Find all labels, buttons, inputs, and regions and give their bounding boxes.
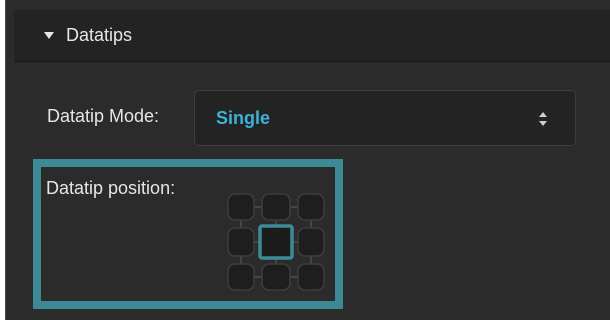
datatip-mode-value: Single: [216, 108, 271, 128]
updown-arrows-icon: [539, 112, 547, 126]
position-cell-top-left[interactable]: [227, 193, 255, 221]
datatip-mode-select[interactable]: Single: [194, 90, 576, 146]
position-cell-top-center[interactable]: [261, 193, 291, 221]
position-cell-center-selected[interactable]: [258, 224, 294, 260]
position-cell-middle-left[interactable]: [227, 227, 255, 257]
datatip-position-label: Datatip position:: [46, 178, 176, 198]
position-cell-bottom-left[interactable]: [227, 263, 255, 291]
position-cell-bottom-center[interactable]: [261, 263, 291, 291]
datatips-panel: Datatips Datatip Mode: Single Datatip po…: [5, 0, 610, 320]
position-cell-middle-right[interactable]: [297, 227, 325, 257]
position-cell-top-right[interactable]: [297, 193, 325, 221]
position-cell-bottom-right[interactable]: [297, 263, 325, 291]
collapse-triangle-icon[interactable]: [44, 32, 54, 39]
datatip-mode-label: Datatip Mode:: [47, 106, 160, 126]
section-title: Datatips: [66, 25, 133, 45]
datatip-position-grid[interactable]: [224, 190, 328, 294]
datatips-section-header[interactable]: Datatips: [14, 10, 610, 62]
